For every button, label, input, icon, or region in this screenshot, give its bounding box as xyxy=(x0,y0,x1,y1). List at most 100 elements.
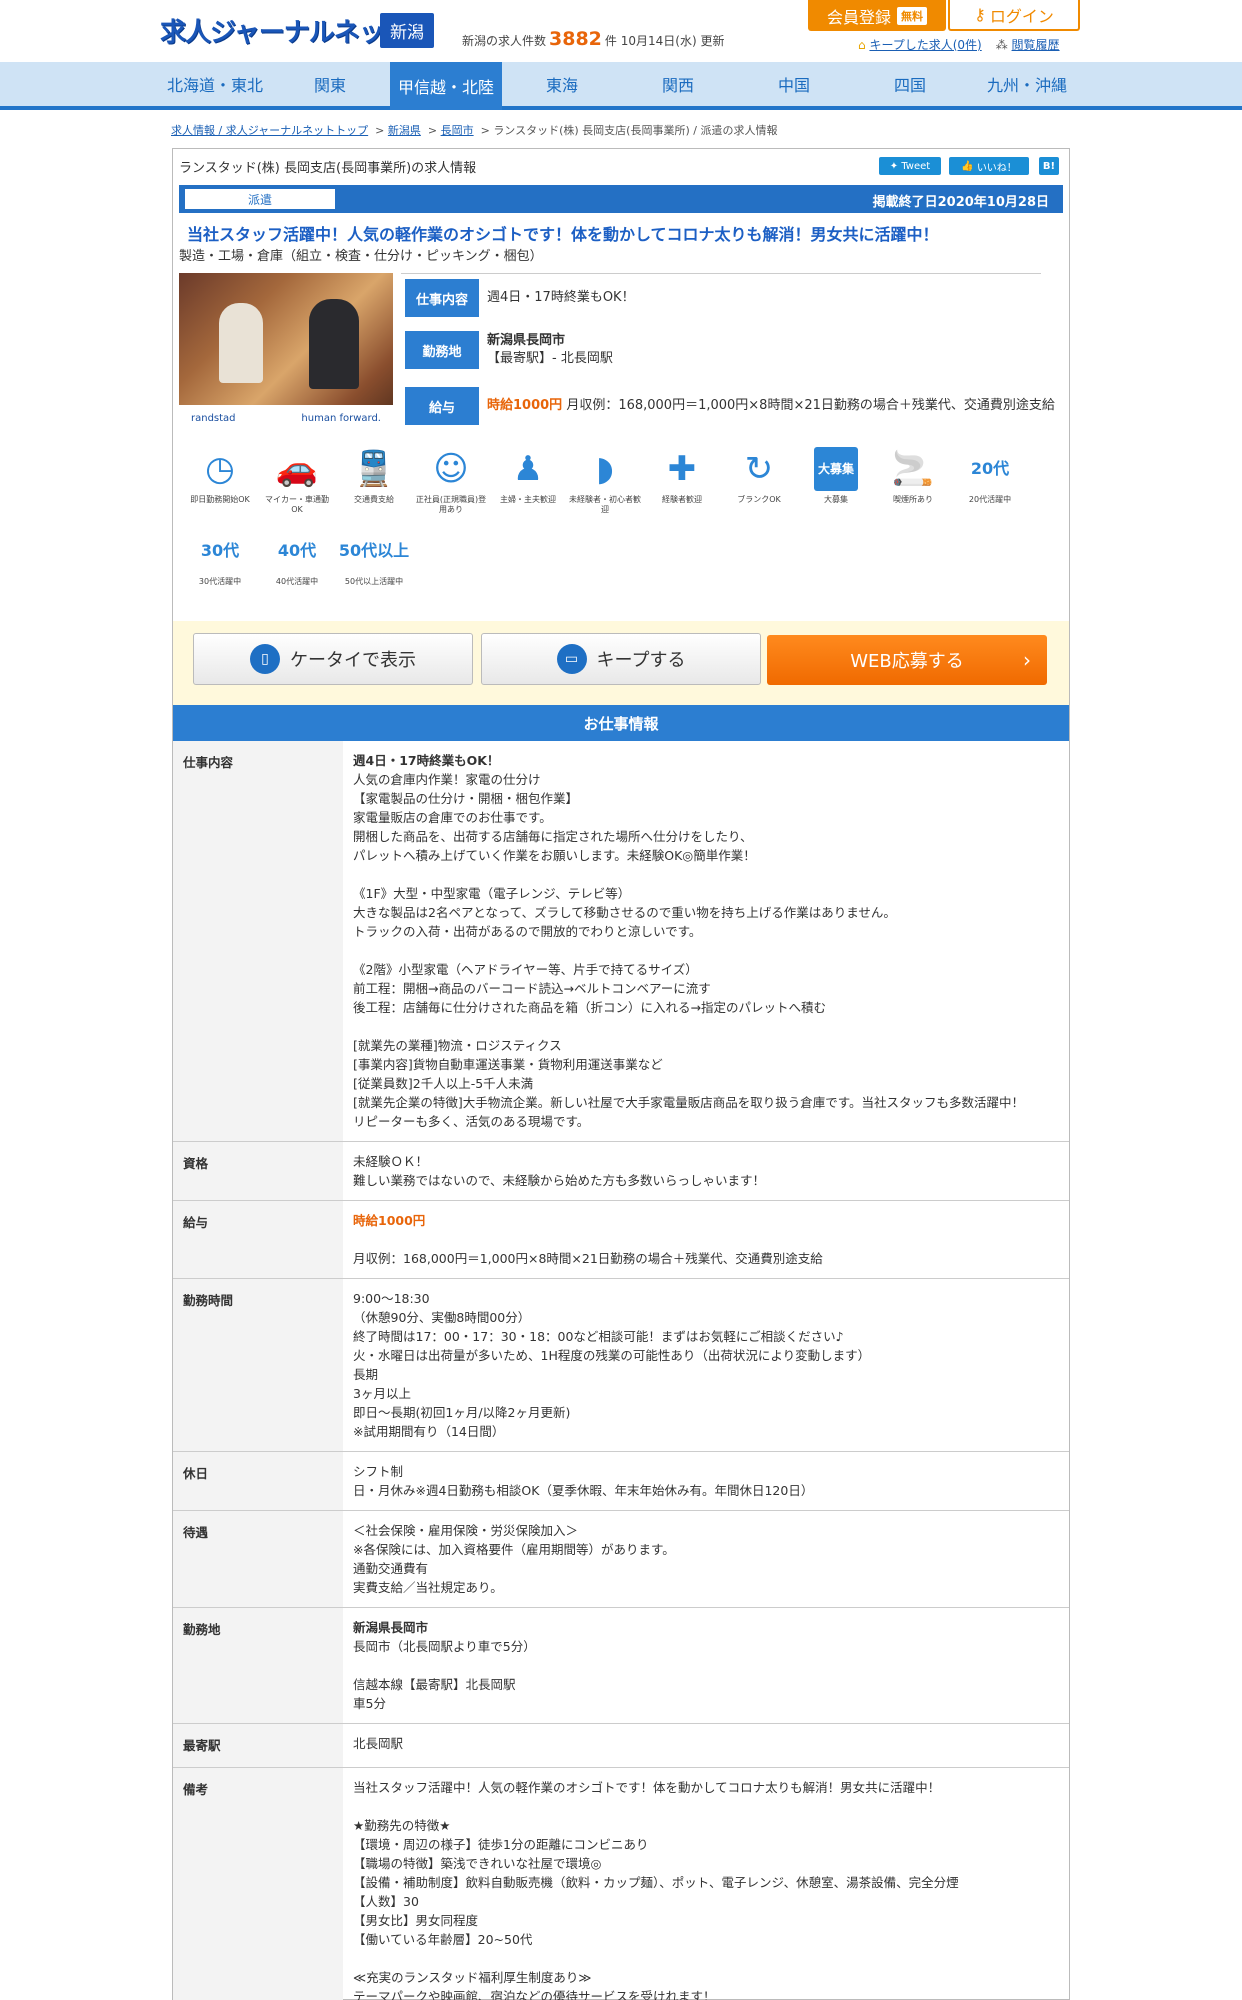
detail-label: 最寄駅 xyxy=(173,1723,343,1768)
job-panel-header: ランスタッド(株) 長岡支店(長岡事業所)の求人情報 ✦ Tweet 👍 いいね… xyxy=(173,149,1069,185)
login-label: ログイン xyxy=(989,6,1054,26)
photo-person-left xyxy=(219,303,263,383)
age50-icon: 50代以上 xyxy=(338,541,410,560)
job-photo: randstad human forward. xyxy=(179,273,393,431)
table-row: 資格 未経験ＯＫ！ 難しい業務ではないので、未経験から始めた方も多数いらっしゃいま… xyxy=(173,1141,1069,1201)
feature-item: 40代 40代活躍中 xyxy=(260,529,334,587)
feature-item: 🚗 マイカー・車通勤OK xyxy=(260,447,334,515)
folder-icon: ⌂ xyxy=(858,38,870,52)
detail-label: 資格 xyxy=(173,1141,343,1201)
job-count-suffix: 件 10月14日(水) 更新 xyxy=(604,34,725,48)
detail-label: 給与 xyxy=(173,1200,343,1279)
pay-hourly: 時給1000円 xyxy=(487,398,563,413)
job-details-table: 仕事内容 週4日・17時終業もOK！ 人気の倉庫内作業！家電の仕分け 【家電製品の仕… xyxy=(173,741,1069,2000)
company-title: ランスタッド(株) 長岡支店(長岡事業所)の求人情報 xyxy=(179,161,477,176)
nav-shikoku[interactable]: 四国 xyxy=(860,62,960,106)
breadcrumb-pref[interactable]: 新潟県 xyxy=(388,124,421,137)
summary-pay: 給与 時給1000円 月収例：168,000円＝1,000円×8時間×21日勤務… xyxy=(405,387,1055,425)
employee-icon: ☺ xyxy=(433,449,469,489)
nav-kyushu-okinawa[interactable]: 九州・沖縄 xyxy=(972,62,1082,106)
summary-place: 勤務地 新潟県長岡市 【最寄駅】- 北長岡駅 xyxy=(405,331,613,369)
region-nav: 北海道・東北 関東 甲信越・北陸 東海 関西 中国 四国 九州・沖縄 xyxy=(0,62,1242,110)
info-divider xyxy=(401,273,1041,274)
photo-person-right xyxy=(309,299,359,389)
user-links: ⌂ キープした求人(0件) ⁂ 閲覧履歴 xyxy=(858,36,1060,53)
site-logo[interactable]: 求人ジャーナルネット xyxy=(160,12,410,49)
history-link[interactable]: ⁂ 閲覧履歴 xyxy=(996,36,1060,53)
job-headline: 当社スタッフ活躍中！人気の軽作業のオシゴトです！体を動かしてコロナ太りも解消！男… xyxy=(187,225,939,244)
table-row: 仕事内容 週4日・17時終業もOK！ 人気の倉庫内作業！家電の仕分け 【家電製品の仕… xyxy=(173,741,1069,1142)
table-row: 休日 シフト制 日・月休み※週4日勤務も相談OK（夏季休暇、年末年始休み有。年間休… xyxy=(173,1451,1069,1511)
table-row: 勤務地 新潟県長岡市 長岡市（北長岡駅より車で5分） 信越本線【最寄駅】北長岡駅 車… xyxy=(173,1607,1069,1724)
detail-value: 週4日・17時終業もOK！ 人気の倉庫内作業！家電の仕分け 【家電製品の仕分け・開… xyxy=(343,741,1069,1142)
nav-koshinetsu-hokuriku[interactable]: 甲信越・北陸 xyxy=(390,62,502,110)
table-row: 最寄駅 北長岡駅 xyxy=(173,1723,1069,1768)
feature-item: 50代以上 50代以上活躍中 xyxy=(337,529,411,587)
footprint-icon: ⁂ xyxy=(995,38,1012,52)
mobile-view-button[interactable]: ▯ ケータイで表示 xyxy=(193,633,473,685)
keep-link[interactable]: ⌂ キープした求人(0件) xyxy=(858,36,982,53)
photo-tagline: human forward. xyxy=(301,412,381,424)
like-button[interactable]: 👍 いいね！ xyxy=(949,157,1029,175)
nav-kansai[interactable]: 関西 xyxy=(628,62,728,106)
detail-value: シフト制 日・月休み※週4日勤務も相談OK（夏季休暇、年末年始休み有。年間休日1… xyxy=(343,1451,1069,1511)
chevron-right-icon: › xyxy=(1023,648,1031,672)
nav-chugoku[interactable]: 中国 xyxy=(744,62,844,106)
feature-item: 30代 30代活躍中 xyxy=(183,529,257,587)
job-panel: ランスタッド(株) 長岡支店(長岡事業所)の求人情報 ✦ Tweet 👍 いいね… xyxy=(172,148,1070,2000)
age40-icon: 40代 xyxy=(277,541,317,560)
pay-detail: 月収例：168,000円＝1,000円×8時間×21日勤務の場合＋残業代、交通費… xyxy=(562,398,1055,413)
feature-item: ✚ 経験者歓迎 xyxy=(645,447,719,505)
breadcrumb-top[interactable]: 求人情報 / 求人ジャーナルネットトップ xyxy=(171,124,368,137)
smoking-area-icon: 🚬 xyxy=(891,449,935,489)
work-summary: 週4日・17時終業もOK！ xyxy=(487,290,635,305)
age20-icon: 20代 xyxy=(970,459,1010,478)
work-tag: 仕事内容 xyxy=(405,279,479,317)
experienced-icon: ✚ xyxy=(667,449,697,489)
keep-button[interactable]: ▭ キープする xyxy=(481,633,761,685)
register-label: 会員登録 xyxy=(826,7,891,27)
homemaker-icon: ♟ xyxy=(512,449,544,489)
feature-item: 🚬 喫煙所あり xyxy=(876,447,950,505)
feature-item: ♟ 主婦・主夫歓迎 xyxy=(491,447,565,505)
login-button[interactable]: ⚷ ログイン xyxy=(948,0,1080,31)
place-pref: 新潟県長岡市 xyxy=(487,333,566,348)
nav-kanto[interactable]: 関東 xyxy=(280,62,380,106)
breadcrumb-city[interactable]: 長岡市 xyxy=(441,124,474,137)
action-bar: ▯ ケータイで表示 ▭ キープする WEB応募する › xyxy=(173,621,1069,705)
table-row: 勤務時間 9:00～18:30 （休憩90分、実働8時間00分） 終了時間は17：… xyxy=(173,1278,1069,1452)
key-icon: ⚷ xyxy=(974,5,986,24)
hatena-button[interactable]: B! xyxy=(1039,157,1059,175)
detail-label: 備考 xyxy=(173,1767,343,2000)
feature-item: ◷ 即日勤務開始OK xyxy=(183,447,257,505)
register-button[interactable]: 会員登録 無料 xyxy=(808,0,946,31)
nav-hokkaido-tohoku[interactable]: 北海道・東北 xyxy=(160,62,270,106)
photo-brand: randstad xyxy=(191,412,236,424)
site-header: 求人ジャーナルネット 新潟 新潟の求人件数 3882 件 10月14日(水) 更新 … xyxy=(0,0,1242,62)
job-count-prefix: 新潟の求人件数 xyxy=(462,34,547,48)
table-row: 備考 当社スタッフ活躍中！人気の軽作業のオシゴトです！体を動かしてコロナ太りも解消… xyxy=(173,1767,1069,2000)
pay-tag: 給与 xyxy=(405,387,479,425)
blank-icon: ↻ xyxy=(744,449,774,489)
summary-work: 仕事内容 週4日・17時終業もOK！ xyxy=(405,279,635,317)
end-date: 掲載終了日2020年10月28日 xyxy=(872,195,1049,210)
mass-hiring-icon: 大募集 xyxy=(814,447,858,491)
nav-tokai[interactable]: 東海 xyxy=(512,62,612,106)
breadcrumb: 求人情報 / 求人ジャーナルネットトップ > 新潟県 > 長岡市 > ランスタッ… xyxy=(171,124,778,137)
folder-icon: ▭ xyxy=(556,644,587,674)
age30-icon: 30代 xyxy=(200,541,240,560)
feature-item: 🚆 交通費支給 xyxy=(337,447,411,505)
train-icon: 🚆 xyxy=(352,449,396,489)
detail-value: 新潟県長岡市 長岡市（北長岡駅より車で5分） 信越本線【最寄駅】北長岡駅 車5分 xyxy=(343,1607,1069,1724)
employment-type: 派遣 xyxy=(185,189,335,209)
job-count-number: 3882 xyxy=(549,28,602,50)
feature-item: ◗ 未経験者・初心者歓迎 xyxy=(569,449,641,514)
free-badge: 無料 xyxy=(897,6,927,25)
web-apply-button[interactable]: WEB応募する › xyxy=(767,635,1047,685)
detail-value: 9:00～18:30 （休憩90分、実働8時間00分） 終了時間は17：00・1… xyxy=(343,1278,1069,1452)
tweet-button[interactable]: ✦ Tweet xyxy=(879,157,941,175)
detail-label: 勤務時間 xyxy=(173,1278,343,1452)
pay-summary: 時給1000円 月収例：168,000円＝1,000円×8時間×21日勤務の場合… xyxy=(487,397,1055,415)
twitter-icon: ✦ xyxy=(889,160,902,172)
place-tag: 勤務地 xyxy=(405,331,479,369)
